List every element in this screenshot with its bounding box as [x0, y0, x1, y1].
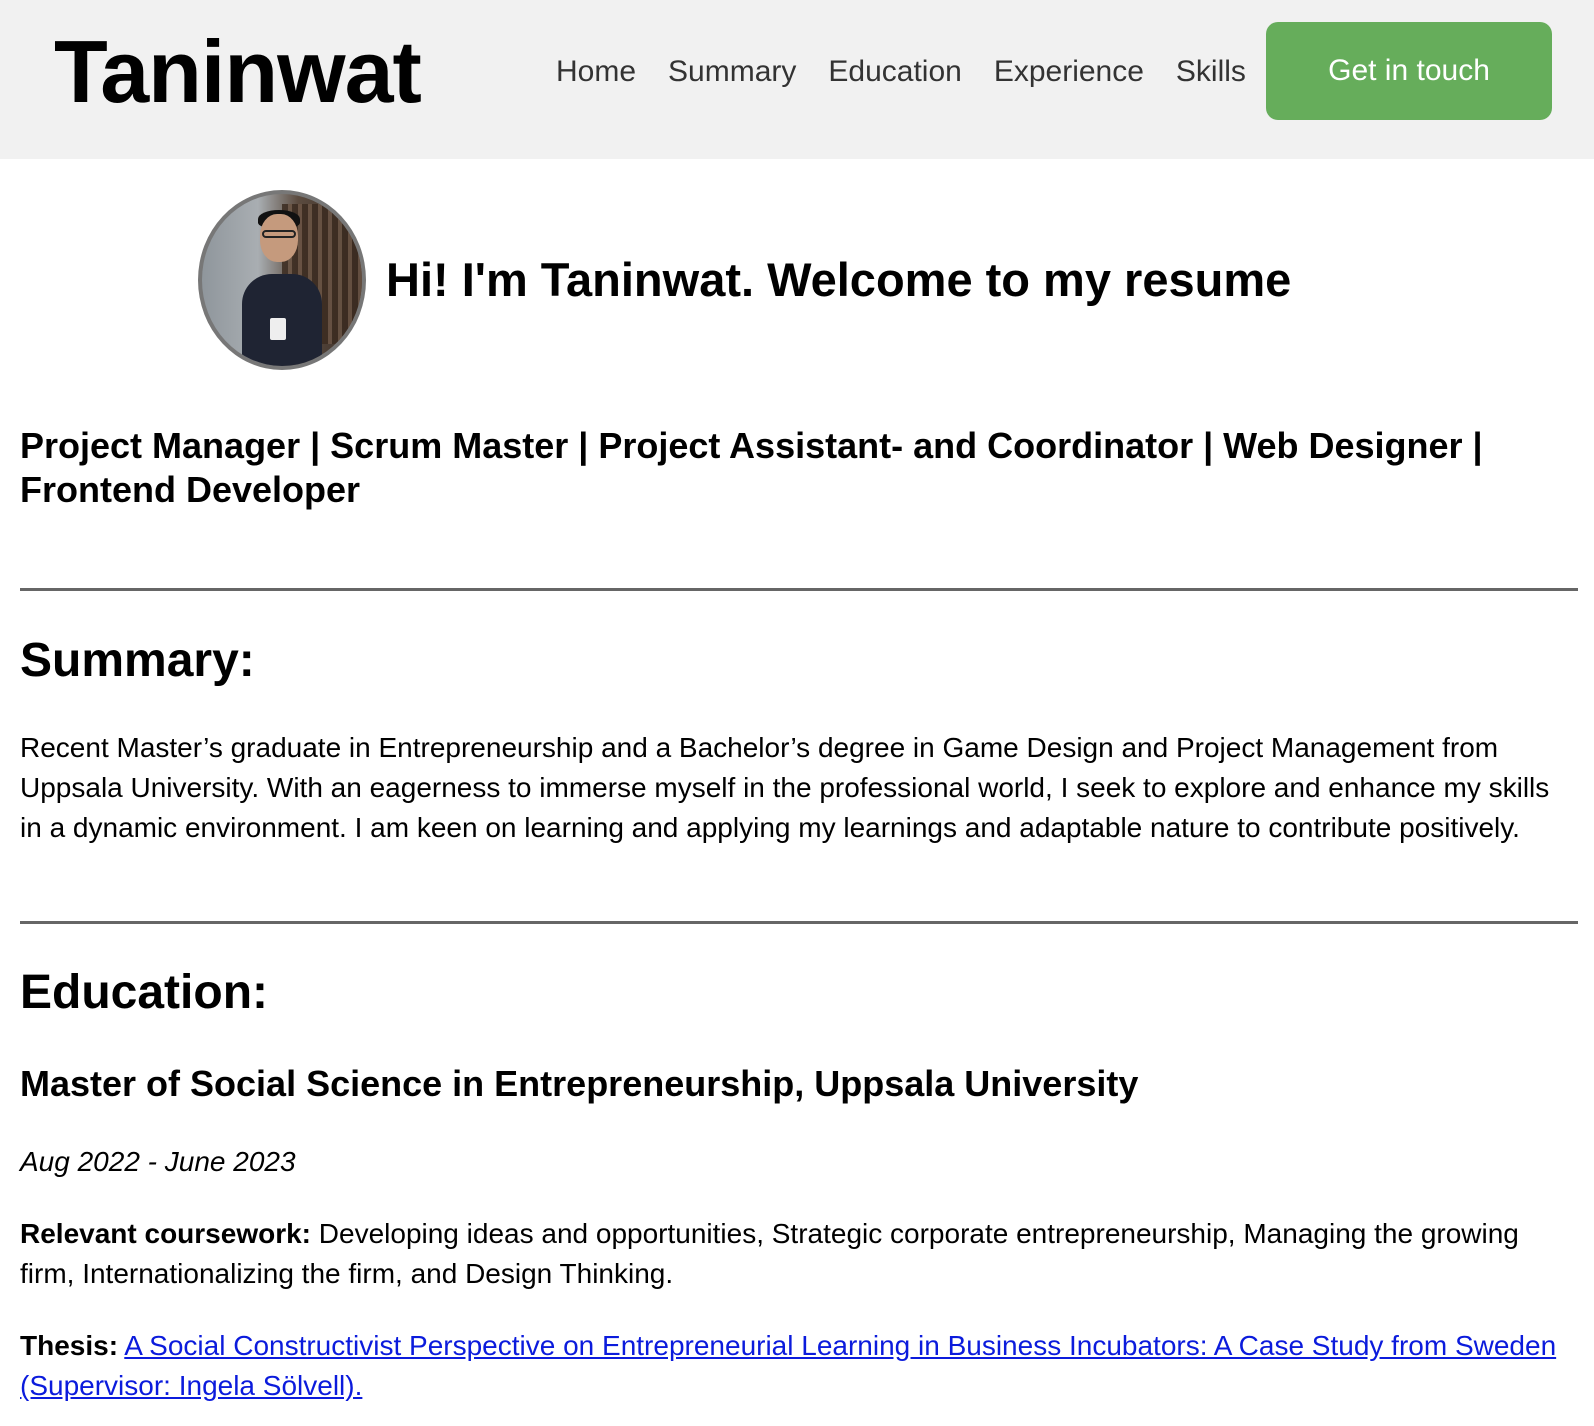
- main-nav: Home Summary Education Experience Skills: [556, 52, 1246, 92]
- section-divider: [20, 921, 1578, 924]
- thesis-paragraph: Thesis: A Social Constructivist Perspect…: [20, 1326, 1560, 1406]
- coursework-label: Relevant coursework:: [20, 1218, 311, 1249]
- nav-link-summary[interactable]: Summary: [668, 52, 796, 92]
- nav-link-experience[interactable]: Experience: [994, 52, 1144, 92]
- thesis-link[interactable]: A Social Constructivist Perspective on E…: [124, 1330, 1556, 1361]
- brand-logo[interactable]: Taninwat: [54, 22, 422, 122]
- get-in-touch-button[interactable]: Get in touch: [1266, 22, 1552, 120]
- degree-title: Master of Social Science in Entrepreneur…: [20, 1063, 1139, 1104]
- top-navbar: Taninwat Home Summary Education Experien…: [0, 0, 1594, 159]
- coursework-paragraph: Relevant coursework: Developing ideas an…: [20, 1214, 1560, 1294]
- role-tagline: Project Manager | Scrum Master | Project…: [20, 425, 1483, 510]
- section-divider: [20, 588, 1578, 591]
- photo-person-glasses: [262, 230, 296, 238]
- thesis-label: Thesis:: [20, 1330, 119, 1361]
- supervisor-link[interactable]: (Supervisor: Ingela Sölvell).: [20, 1370, 362, 1401]
- summary-paragraph: Recent Master’s graduate in Entrepreneur…: [20, 732, 1550, 843]
- nav-link-home[interactable]: Home: [556, 52, 636, 92]
- summary-heading: Summary:: [20, 634, 255, 687]
- welcome-heading: Hi! I'm Taninwat. Welcome to my resume: [386, 253, 1292, 306]
- degree-dates: Aug 2022 - June 2023: [20, 1146, 296, 1177]
- education-heading: Education:: [20, 966, 268, 1019]
- profile-photo-icon: [198, 190, 366, 370]
- hero-section: Hi! I'm Taninwat. Welcome to my resume: [198, 190, 1291, 370]
- nav-link-skills[interactable]: Skills: [1176, 52, 1246, 92]
- photo-coffee-cup: [270, 318, 286, 340]
- photo-person-head: [260, 214, 298, 262]
- nav-link-education[interactable]: Education: [828, 52, 961, 92]
